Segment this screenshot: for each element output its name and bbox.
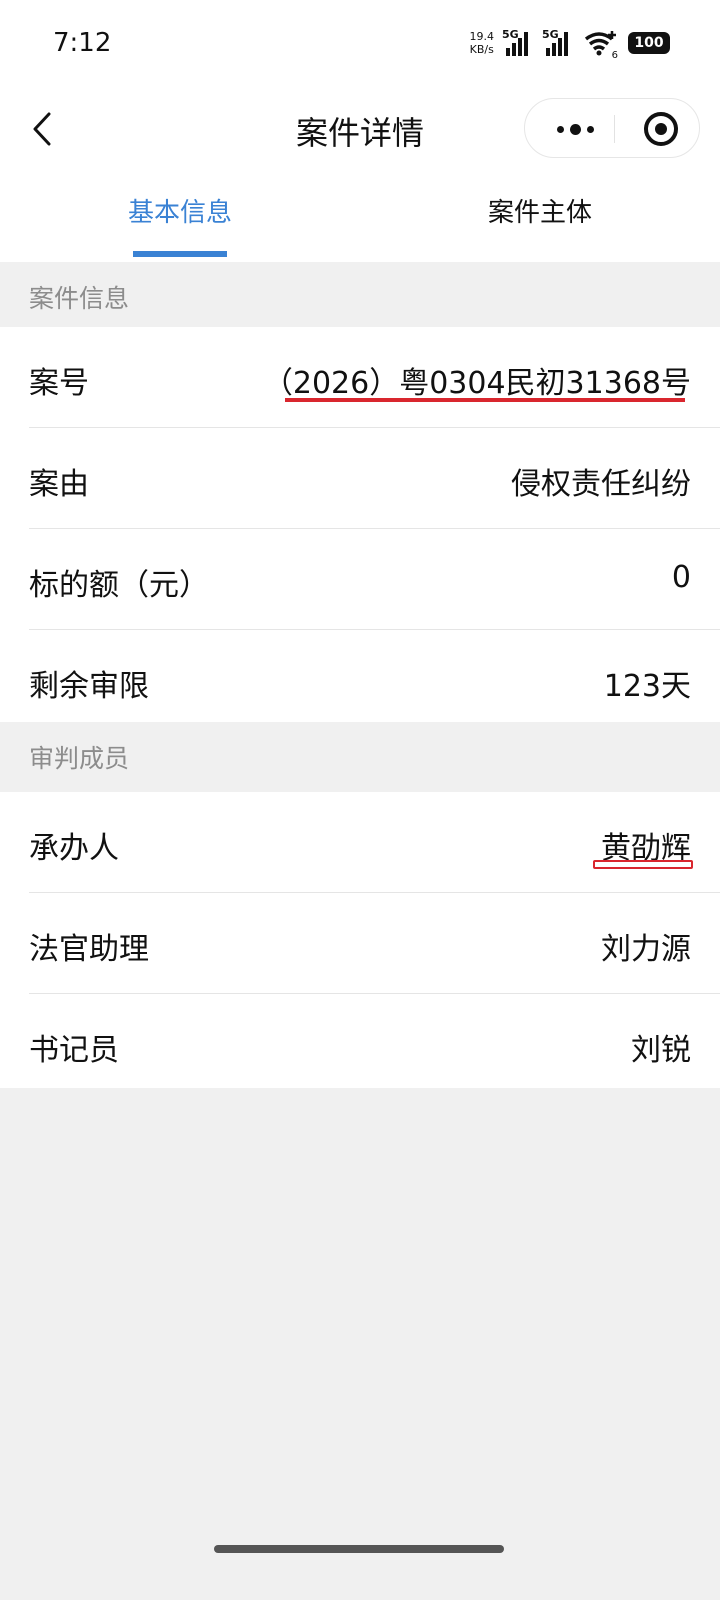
judge-assistant-value: 刘力源 — [601, 932, 691, 967]
clerk-label: 书记员 — [29, 1033, 119, 1068]
tab-bar: 基本信息 案件主体 — [0, 180, 720, 262]
network-speed: 19.4 KB/s — [470, 30, 495, 56]
network-speed-value: 19.4 — [469, 30, 495, 43]
wifi-badge: 6 — [611, 50, 618, 61]
case-cause-label: 案由 — [29, 467, 89, 502]
signal-type-label: 5G — [502, 28, 519, 41]
judge-highlight — [593, 860, 693, 869]
trial-members-list: 承办人 黄劭辉 法官助理 刘力源 书记员 刘锐 — [0, 792, 720, 1088]
section-header-case-info: 案件信息 — [29, 284, 130, 313]
status-time: 7:12 — [53, 28, 112, 58]
target-close-icon — [644, 112, 678, 146]
signal-icon: 5G — [502, 28, 538, 56]
case-cause-value: 侵权责任纠纷 — [511, 467, 691, 502]
clerk-value: 刘锐 — [631, 1033, 691, 1068]
wifi-icon: 6 — [584, 29, 618, 61]
claim-amount-value: 0 — [671, 560, 691, 595]
more-dots-icon — [586, 125, 594, 133]
remaining-time-label: 剩余审限 — [29, 669, 149, 704]
battery-icon: 100 — [628, 32, 670, 54]
more-dots-icon — [556, 125, 564, 133]
judge-assistant-label: 法官助理 — [29, 932, 149, 967]
status-icons: 19.4 KB/s 5G 5G 6 100 — [470, 26, 670, 61]
more-button[interactable] — [543, 99, 607, 159]
clerk-row: 书记员 刘锐 — [29, 994, 720, 1095]
status-bar: 7:12 19.4 KB/s 5G 5G 6 100 — [0, 0, 720, 90]
signal-type-label: 5G — [542, 28, 559, 41]
network-speed-unit: KB/s — [469, 43, 494, 56]
case-number-value: （2026）粤0304民初31368号 — [262, 366, 691, 401]
section-header-trial-members: 审判成员 — [29, 744, 130, 773]
more-dots-icon — [569, 123, 581, 135]
signal-icon: 5G — [542, 28, 578, 56]
claim-amount-label: 标的额（元） — [29, 568, 209, 603]
judge-assistant-row: 法官助理 刘力源 — [29, 893, 720, 994]
case-number-row: 案号 （2026）粤0304民初31368号 — [29, 327, 720, 428]
navigation-bar: 案件详情 — [0, 90, 720, 170]
capsule-divider — [614, 115, 615, 143]
case-cause-row: 案由 侵权责任纠纷 — [29, 428, 720, 529]
remaining-time-row: 剩余审限 123天 — [29, 630, 720, 731]
tab-case-subject[interactable]: 案件主体 — [460, 192, 620, 262]
judge-row: 承办人 黄劭辉 — [29, 792, 720, 893]
case-number-highlight — [285, 398, 685, 402]
close-button[interactable] — [631, 99, 691, 159]
claim-amount-row: 标的额（元） 0 — [29, 529, 720, 630]
case-number-label: 案号 — [29, 366, 89, 401]
home-indicator[interactable] — [214, 1545, 504, 1553]
judge-label: 承办人 — [29, 831, 119, 866]
case-info-list: 案号 （2026）粤0304民初31368号 案由 侵权责任纠纷 标的额（元） … — [0, 327, 720, 722]
miniprogram-capsule — [524, 98, 700, 158]
active-tab-indicator — [133, 251, 227, 257]
remaining-time-value: 123天 — [603, 669, 691, 704]
